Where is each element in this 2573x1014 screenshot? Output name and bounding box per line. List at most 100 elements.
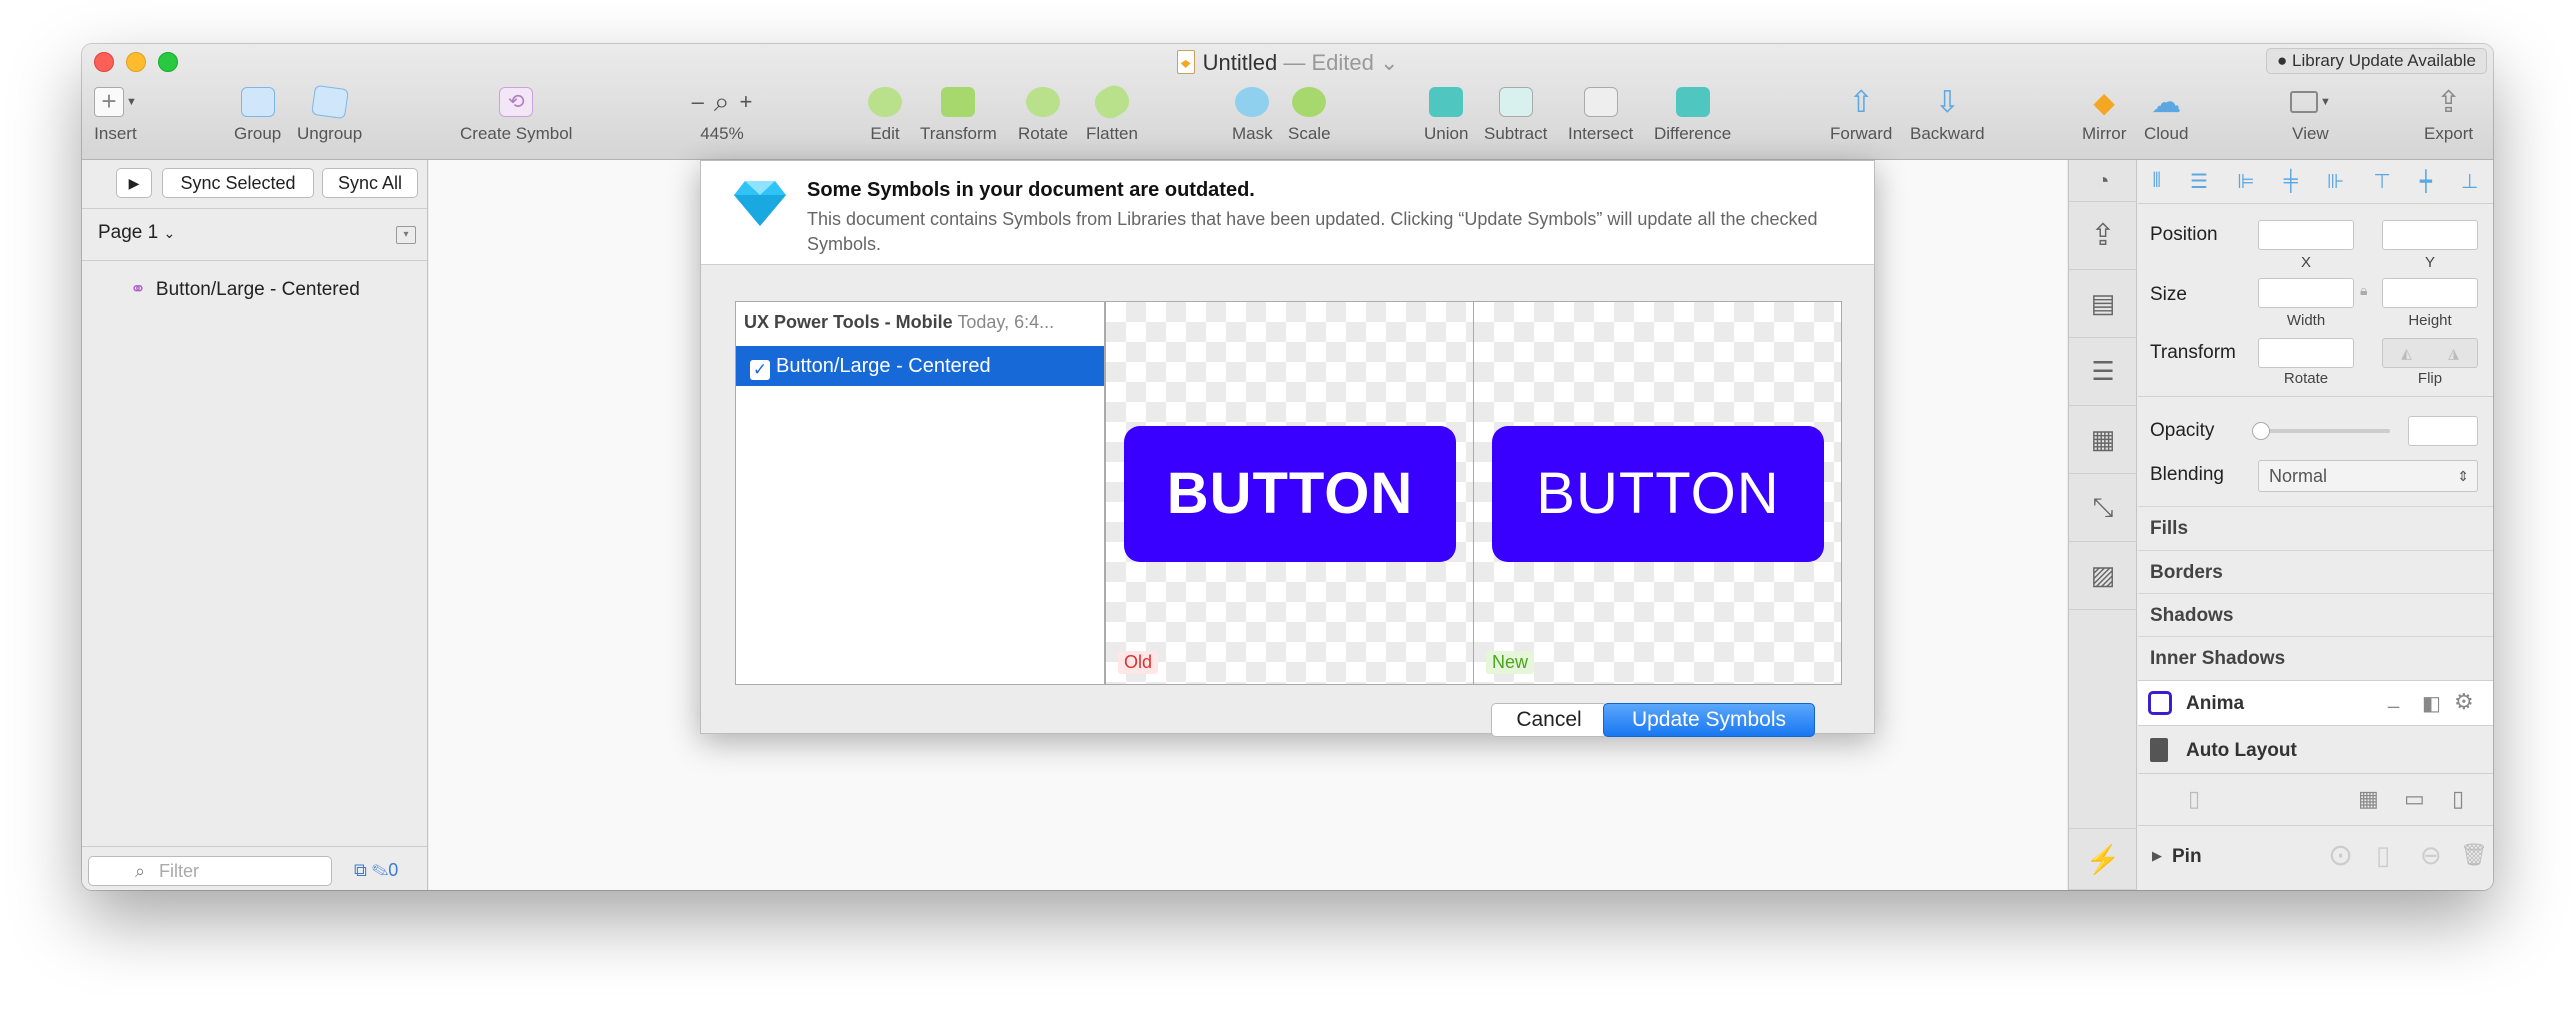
difference-button[interactable]: Difference bbox=[1654, 84, 1731, 144]
resize-icon[interactable]: ⤡ bbox=[2069, 474, 2137, 542]
gear-icon[interactable]: ⚙ bbox=[2454, 689, 2474, 715]
shadows-section[interactable]: Shadows bbox=[2138, 593, 2493, 637]
align-left-icon[interactable]: ⊫ bbox=[2237, 169, 2254, 194]
old-label: Old bbox=[1118, 651, 1159, 674]
x-field[interactable] bbox=[2258, 220, 2354, 250]
align-center-icon[interactable]: ╪ bbox=[2284, 170, 2298, 193]
insert-button[interactable]: + ▼ Insert bbox=[94, 84, 137, 144]
opacity-field[interactable] bbox=[2408, 416, 2478, 446]
inner-shadows-section[interactable]: Inner Shadows bbox=[2138, 636, 2493, 680]
trash-icon[interactable]: 🗑︎ bbox=[2460, 842, 2488, 868]
zoom-control[interactable]: – ⌕ + 445% bbox=[672, 84, 772, 144]
printer-icon[interactable]: ▤ bbox=[2069, 270, 2137, 338]
sketch-window: Untitled — Edited ⌄ ● Library Update Ava… bbox=[82, 44, 2493, 890]
sync-all-button[interactable]: Sync All bbox=[322, 168, 418, 198]
update-symbols-button[interactable]: Update Symbols bbox=[1603, 703, 1815, 737]
layer-row[interactable]: ⚭ Button/Large - Centered bbox=[130, 278, 360, 301]
flip-vertical-icon[interactable]: ◮ bbox=[2448, 345, 2459, 362]
y-field[interactable] bbox=[2382, 220, 2478, 250]
tablet-icon[interactable]: ▯ bbox=[2452, 786, 2464, 812]
edit-button[interactable]: Edit bbox=[868, 84, 902, 144]
union-icon bbox=[1429, 87, 1464, 117]
devices-icon[interactable]: ▭ bbox=[2404, 786, 2425, 812]
layers-panel: ▶ Sync Selected Sync All Page 1 ⌄ ▾ ⚭ But… bbox=[82, 160, 428, 890]
share-icon[interactable]: ⇪ bbox=[2069, 202, 2137, 270]
checkbox[interactable]: ✓ bbox=[750, 360, 770, 380]
magnifier-icon: ⌕ bbox=[713, 85, 730, 117]
rotate-label: Rotate bbox=[2283, 370, 2329, 387]
mask-button[interactable]: Mask bbox=[1232, 84, 1273, 144]
align-middle-icon[interactable]: ┿ bbox=[2420, 169, 2432, 194]
ungroup-button[interactable]: Ungroup bbox=[297, 84, 362, 144]
rotate-button[interactable]: Rotate bbox=[1018, 84, 1068, 144]
align-bottom-icon[interactable]: ⊥ bbox=[2461, 169, 2478, 194]
view-button[interactable]: ▼ View bbox=[2290, 84, 2331, 144]
cloud-button[interactable]: ☁ Cloud bbox=[2144, 84, 2188, 144]
blending-select[interactable]: Normal ⇕ bbox=[2258, 460, 2478, 492]
flip-horizontal-icon[interactable]: ◭ bbox=[2401, 345, 2412, 362]
width-field[interactable] bbox=[2258, 278, 2354, 308]
pin-all-icon[interactable]: ⊙ bbox=[2328, 838, 2353, 873]
mask-icon bbox=[1235, 87, 1270, 117]
opacity-slider-knob[interactable] bbox=[2252, 422, 2270, 440]
form-icon[interactable]: ☰ bbox=[2069, 338, 2137, 406]
scale-button[interactable]: Scale bbox=[1288, 84, 1331, 144]
collapse-pages-icon[interactable]: ▾ bbox=[396, 226, 416, 244]
panel-icon[interactable]: ◧ bbox=[2422, 691, 2441, 716]
minimize-icon[interactable]: _ bbox=[2388, 687, 2399, 710]
document-title[interactable]: Untitled bbox=[1203, 50, 1278, 75]
zoom-in-button[interactable]: + bbox=[740, 89, 753, 115]
transform-icon bbox=[941, 87, 976, 117]
mirror-button[interactable]: ◆ Mirror bbox=[2082, 84, 2126, 144]
auto-layout-header[interactable]: Auto Layout bbox=[2138, 726, 2493, 774]
library-update-badge[interactable]: ● Library Update Available bbox=[2266, 48, 2487, 74]
pin-vertical-icon[interactable]: ▯ bbox=[2376, 840, 2390, 871]
edited-label[interactable]: — Edited bbox=[1283, 50, 1374, 75]
lock-icon[interactable]: 🔒︎ bbox=[2360, 282, 2367, 299]
intersect-button[interactable]: Intersect bbox=[1568, 84, 1633, 144]
opacity-slider[interactable] bbox=[2252, 422, 2390, 440]
backward-button[interactable]: ⇩ Backward bbox=[1910, 84, 1985, 144]
search-icon: ⌕ bbox=[135, 861, 146, 881]
view-icon bbox=[2290, 91, 2318, 113]
transform-label: Transform bbox=[2150, 342, 2236, 363]
image-add-icon[interactable]: ▨ bbox=[2069, 542, 2137, 610]
distribute-vertical-icon[interactable]: ☰ bbox=[2190, 169, 2208, 194]
list-item-label: Button/Large - Centered bbox=[776, 355, 991, 377]
export-button[interactable]: ⇪ Export bbox=[2424, 84, 2473, 144]
grid-icon[interactable]: ▦ bbox=[2358, 786, 2379, 812]
folder-icon[interactable]: ▯ bbox=[2188, 786, 2200, 812]
page-selector[interactable]: Page 1 ⌄ bbox=[98, 222, 175, 244]
pie-icon[interactable]: ◔ bbox=[2069, 160, 2137, 202]
distribute-horizontal-icon[interactable]: ⫴ bbox=[2153, 170, 2161, 193]
pin-section[interactable]: ▶ Pin ⊙ ▯ ⊖ 🗑︎ bbox=[2138, 826, 2493, 890]
play-button[interactable]: ▶ bbox=[116, 168, 152, 198]
chevron-down-icon: ⌄ bbox=[163, 225, 176, 241]
new-preview: BUTTON New bbox=[1473, 301, 1842, 685]
align-top-icon[interactable]: ⊤ bbox=[2373, 169, 2390, 194]
list-item[interactable]: ✓ Button/Large - Centered bbox=[736, 346, 1104, 386]
fills-section[interactable]: Fills bbox=[2138, 506, 2493, 550]
create-symbol-button[interactable]: ⟲ Create Symbol bbox=[460, 84, 572, 144]
lightning-icon[interactable]: ⚡ bbox=[2069, 828, 2137, 890]
union-button[interactable]: Union bbox=[1424, 84, 1468, 144]
pin-horizontal-icon[interactable]: ⊖ bbox=[2420, 840, 2442, 871]
flip-control[interactable]: ◭ ◮ bbox=[2382, 338, 2478, 368]
flatten-button[interactable]: Flatten bbox=[1086, 80, 1138, 144]
anima-header[interactable]: Anima _ ◧ ⚙ bbox=[2138, 680, 2493, 726]
group-button[interactable]: Group bbox=[234, 84, 281, 144]
transform-button[interactable]: Transform bbox=[920, 84, 997, 144]
pin-label: Pin bbox=[2172, 846, 2202, 867]
cancel-button[interactable]: Cancel bbox=[1491, 703, 1607, 737]
align-right-icon[interactable]: ⊪ bbox=[2327, 169, 2344, 194]
subtract-button[interactable]: Subtract bbox=[1484, 84, 1547, 144]
grid-select-icon[interactable]: ▦ bbox=[2069, 406, 2137, 474]
borders-section[interactable]: Borders bbox=[2138, 550, 2493, 594]
sync-selected-button[interactable]: Sync Selected bbox=[162, 168, 314, 198]
filter-input[interactable]: ⌕ Filter bbox=[88, 856, 332, 886]
forward-button[interactable]: ⇧ Forward bbox=[1830, 84, 1892, 144]
library-links-control[interactable]: ⧉ ✎0 bbox=[354, 860, 398, 881]
height-field[interactable] bbox=[2382, 278, 2478, 308]
zoom-out-button[interactable]: – bbox=[692, 89, 704, 115]
rotate-field[interactable] bbox=[2258, 338, 2354, 368]
